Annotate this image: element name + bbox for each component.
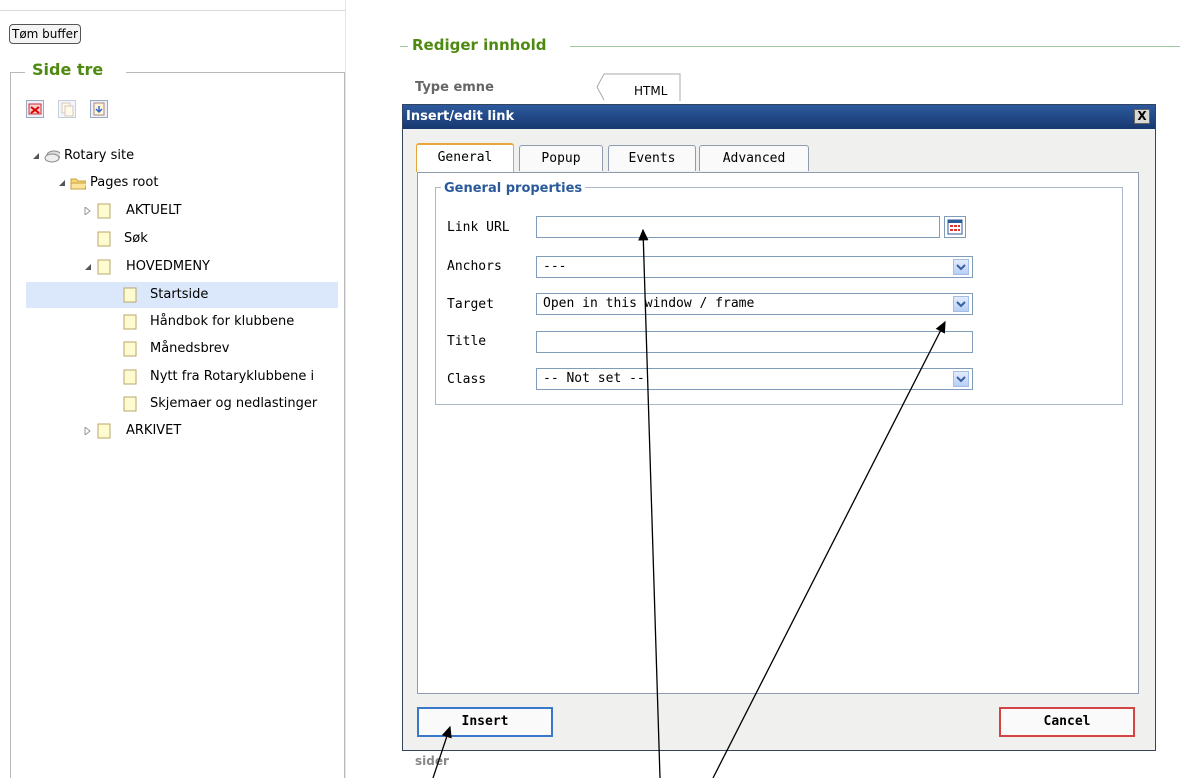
arrow-to-link-url bbox=[638, 228, 661, 778]
arrow-to-insert bbox=[432, 725, 452, 778]
tab-general[interactable]: General bbox=[416, 143, 514, 172]
arrow-to-target bbox=[712, 320, 946, 778]
annotation-arrows bbox=[432, 228, 946, 778]
